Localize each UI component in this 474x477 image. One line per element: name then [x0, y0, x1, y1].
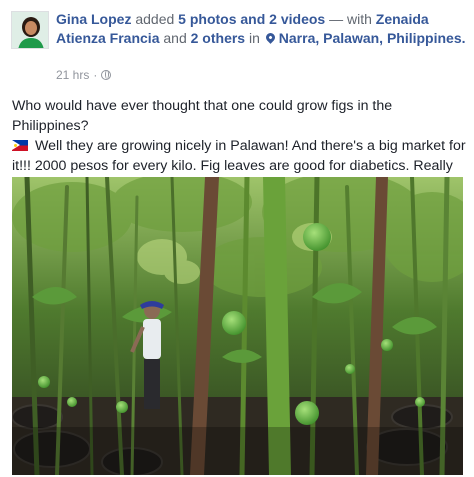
location-link[interactable]: Narra, Palawan, Philippines.: [279, 30, 466, 46]
in-text: in: [248, 30, 260, 46]
with-text: — with: [329, 11, 372, 27]
post-photo[interactable]: [12, 177, 463, 475]
timestamp-link[interactable]: 21 hrs: [56, 68, 89, 82]
globe-icon[interactable]: [101, 70, 112, 80]
post-meta: 21 hrs ·: [56, 68, 112, 82]
others-link[interactable]: 2 others: [191, 30, 245, 46]
author-avatar[interactable]: [11, 11, 49, 49]
fig-plantation-photo: [12, 177, 463, 475]
action-prefix: added: [135, 11, 175, 27]
facebook-post: Gina Lopez added 5 photos and 2 videos —…: [0, 0, 474, 477]
post-text-line1: Who would have ever thought that one cou…: [12, 98, 393, 134]
post-header: Gina Lopez added 5 photos and 2 videos —…: [56, 10, 466, 48]
and-text: and: [163, 30, 187, 46]
philippines-flag-icon: [12, 140, 28, 151]
author-name[interactable]: Gina Lopez: [56, 11, 131, 27]
media-summary-link[interactable]: 5 photos and 2 videos: [178, 11, 325, 27]
avatar-portrait-icon: [12, 12, 48, 48]
meta-separator: ·: [93, 68, 98, 82]
location-pin-icon: [263, 31, 277, 44]
